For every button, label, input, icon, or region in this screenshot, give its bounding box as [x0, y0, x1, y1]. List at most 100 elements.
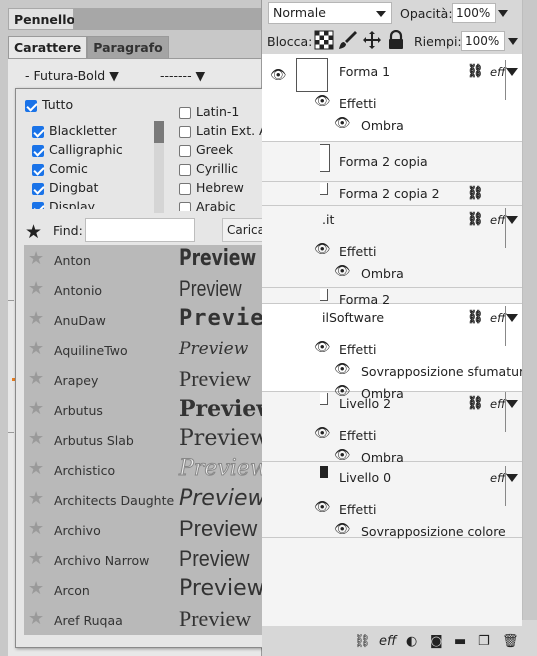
script-item[interactable]: Latin-1	[179, 104, 239, 119]
effects-visibility-eye-icon[interactable]: 👁	[314, 242, 331, 257]
favorite-star-icon[interactable]: ★	[28, 519, 44, 539]
layer-row[interactable]: Forma 2	[262, 288, 522, 307]
link-icon[interactable]: ⛓	[467, 64, 484, 79]
font-list-item[interactable]: ★ Architects Daughter Preview	[24, 485, 302, 515]
effects-badge[interactable]: eff	[490, 213, 505, 227]
script-item[interactable]: Greek	[179, 142, 233, 157]
expand-effects-icon[interactable]	[506, 474, 518, 482]
favorite-star-icon[interactable]: ★	[28, 489, 44, 509]
lock-position-move-icon[interactable]	[362, 30, 382, 50]
fill-input[interactable]	[461, 31, 505, 51]
effects-badge[interactable]: eff	[490, 471, 505, 485]
font-list-item[interactable]: ★ Anton Preview	[24, 245, 302, 275]
script-item[interactable]: Hebrew	[179, 180, 244, 195]
script-checkbox[interactable]	[179, 106, 191, 119]
opacity-dropdown-icon[interactable]	[498, 10, 508, 17]
find-input[interactable]	[85, 218, 195, 242]
layer-name[interactable]: Forma 2 copia 2	[339, 186, 440, 201]
layer-name[interactable]: .it	[322, 212, 334, 227]
layer-row[interactable]: Forma 2 copia 2 ⛓	[262, 182, 522, 206]
tab-carattere[interactable]: Carattere	[8, 36, 88, 58]
effect-visibility-eye-icon[interactable]: 👁	[334, 448, 351, 463]
font-list-item[interactable]: ★ AquilineTwo Preview	[24, 335, 302, 365]
script-checkbox[interactable]	[179, 144, 191, 157]
favorite-star-icon[interactable]: ★	[28, 279, 44, 299]
blend-mode-select[interactable]: Normale	[268, 2, 392, 24]
effects-visibility-eye-icon[interactable]: 👁	[314, 340, 331, 355]
layer-row[interactable]: Forma 2 copia	[262, 142, 522, 182]
layer-name[interactable]: Forma 1	[339, 64, 390, 79]
favorite-star-icon[interactable]: ★	[28, 369, 44, 389]
script-item[interactable]: Cyrillic	[179, 161, 238, 176]
layer-row[interactable]: ilSoftware ⛓ eff 👁 Effetti 👁 Sovrapposizione s…	[262, 304, 522, 401]
expand-effects-icon[interactable]	[506, 314, 518, 322]
favorite-star-icon[interactable]: ★	[28, 249, 44, 269]
font-list-item[interactable]: ★ Arcon Preview	[24, 575, 302, 605]
effects-badge[interactable]: eff	[490, 397, 505, 411]
layer-mask-icon[interactable]: ◙	[430, 634, 443, 649]
link-icon[interactable]: ⛓	[467, 212, 484, 227]
favorite-star-icon[interactable]: ★	[28, 339, 44, 359]
effect-visibility-eye-icon[interactable]: 👁	[334, 522, 351, 537]
add-effect-button[interactable]: eff	[379, 634, 396, 649]
layers-scrollbar[interactable]	[522, 0, 537, 620]
link-layers-icon[interactable]: ⛓	[354, 634, 371, 649]
favorite-star-icon[interactable]: ★	[28, 549, 44, 569]
font-list-item[interactable]: ★ Arbutus Preview	[24, 395, 302, 425]
visibility-eye-icon[interactable]: 👁	[270, 68, 287, 83]
layer-row[interactable]: Livello 0 eff 👁 Effetti 👁 Sovrapposizione col…	[262, 462, 522, 539]
link-icon[interactable]: ⛓	[467, 396, 484, 411]
lock-transparency-icon[interactable]	[314, 30, 334, 50]
script-checkbox[interactable]	[179, 201, 191, 211]
favorite-star-icon[interactable]: ★	[28, 309, 44, 329]
effects-visibility-eye-icon[interactable]: 👁	[314, 426, 331, 441]
layer-row[interactable]: .it ⛓ eff 👁 Effetti 👁 Ombra	[262, 206, 522, 288]
layer-name[interactable]: ilSoftware	[322, 310, 384, 325]
layer-name[interactable]: Livello 0	[339, 470, 391, 485]
font-list-item[interactable]: ★ Antonio Preview	[24, 275, 302, 305]
script-checkbox[interactable]	[179, 125, 191, 138]
effect-name[interactable]: Sovrapposizione colore	[361, 524, 506, 539]
layer-name[interactable]: Forma 2 copia	[339, 154, 428, 169]
effects-visibility-eye-icon[interactable]: 👁	[314, 94, 331, 109]
effect-name[interactable]: Sovrapposizione sfumatura	[361, 364, 522, 379]
font-list-item[interactable]: ★ Archivo Narrow Preview	[24, 545, 302, 575]
font-list-item[interactable]: ★ Archistico Preview	[24, 455, 302, 485]
lock-pixels-brush-icon[interactable]	[338, 30, 358, 50]
font-list-item[interactable]: ★ AnuDaw Preview	[24, 305, 302, 335]
favorite-star-icon[interactable]: ★	[28, 399, 44, 419]
font-family-select[interactable]: - Futura-Bold ▼	[25, 68, 119, 83]
favorite-star-icon[interactable]: ★	[28, 429, 44, 449]
fill-dropdown-icon[interactable]	[508, 38, 518, 45]
expand-effects-icon[interactable]	[506, 68, 518, 76]
expand-effects-icon[interactable]	[506, 400, 518, 408]
font-list-item[interactable]: ★ Archivo Preview	[24, 515, 302, 545]
effects-badge[interactable]: eff	[490, 65, 505, 79]
script-item[interactable]: Arabic	[179, 199, 236, 211]
link-icon[interactable]: ⛓	[467, 186, 484, 201]
link-icon[interactable]: ⛓	[467, 310, 484, 325]
font-list-item[interactable]: ★ Arapey Preview	[24, 365, 302, 395]
font-list-item[interactable]: ★ Arbutus Slab Preview	[24, 425, 302, 455]
effect-visibility-eye-icon[interactable]: 👁	[334, 362, 351, 377]
favorite-star-icon[interactable]: ★	[28, 609, 44, 629]
font-size-select[interactable]: ------- ▼	[160, 68, 205, 83]
new-folder-icon[interactable]: ▬	[454, 634, 466, 649]
delete-layer-icon[interactable]: 🗑	[502, 634, 519, 649]
layer-row[interactable]: 👁 Forma 1 ⛓ eff 👁 Effetti 👁 Ombra	[262, 54, 522, 142]
effect-visibility-eye-icon[interactable]: 👁	[334, 116, 351, 131]
script-checkbox[interactable]	[179, 182, 191, 195]
effect-name[interactable]: Ombra	[361, 266, 404, 281]
effects-badge[interactable]: eff	[490, 311, 505, 325]
layer-row[interactable]: Livello 2 ⛓ eff 👁 Effetti 👁 Ombra	[262, 392, 522, 465]
effect-name[interactable]: Ombra	[361, 118, 404, 133]
tab-paragrafo[interactable]: Paragrafo	[87, 36, 169, 58]
lock-all-icon[interactable]	[386, 30, 406, 50]
layer-name[interactable]: Livello 2	[339, 396, 391, 411]
effect-visibility-eye-icon[interactable]: 👁	[334, 264, 351, 279]
expand-effects-icon[interactable]	[506, 216, 518, 224]
script-checkbox[interactable]	[179, 163, 191, 176]
favorites-star-icon[interactable]: ★	[25, 221, 42, 243]
favorite-star-icon[interactable]: ★	[28, 459, 44, 479]
font-list-item[interactable]: ★ Aref Ruqaa Preview	[24, 605, 302, 635]
